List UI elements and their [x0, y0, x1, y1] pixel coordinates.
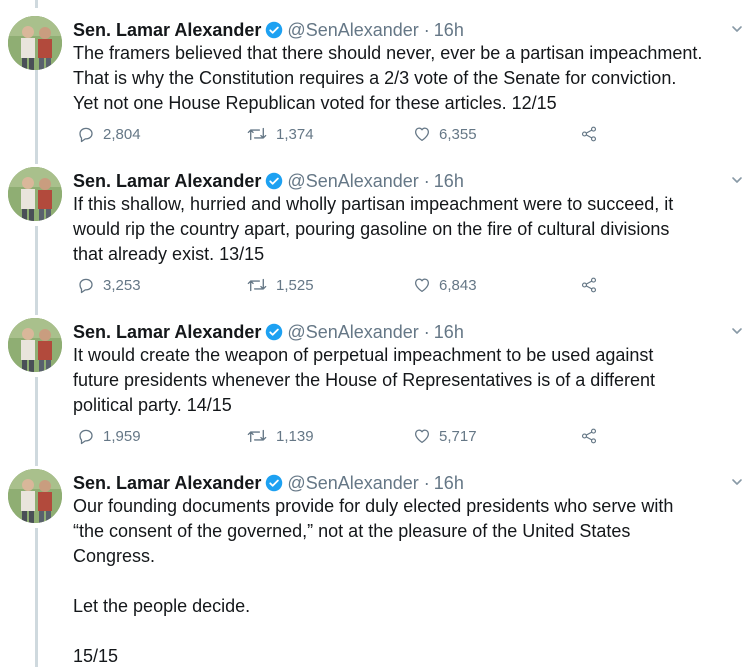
author-handle[interactable]: @SenAlexander	[287, 322, 418, 342]
like-count: 6,355	[439, 125, 477, 143]
reply-count: 1,959	[103, 427, 141, 445]
chevron-down-icon[interactable]	[730, 22, 744, 36]
reply-button[interactable]: 3,253	[77, 274, 141, 296]
retweet-count: 1,139	[276, 427, 314, 445]
avatar[interactable]	[8, 167, 62, 221]
paragraph-break	[73, 619, 733, 644]
reply-count: 3,253	[103, 276, 141, 294]
tweet-header: Sen. Lamar Alexander @SenAlexander · 16h	[73, 472, 464, 494]
reply-count: 2,804	[103, 125, 141, 143]
author-handle[interactable]: @SenAlexander	[287, 20, 418, 40]
author-name[interactable]: Sen. Lamar Alexander	[73, 473, 261, 493]
like-count: 5,717	[439, 427, 477, 445]
tweet-actions: 1,959 1,139 5,717	[73, 425, 633, 447]
tweet-text-line: Yet not one House Republican voted for t…	[73, 93, 557, 113]
retweet-icon	[247, 278, 267, 292]
verified-badge-icon	[266, 323, 283, 341]
tweet-timestamp[interactable]: 16h	[434, 473, 464, 493]
retweet-count: 1,525	[276, 276, 314, 294]
share-button[interactable]	[580, 425, 606, 447]
author-name[interactable]: Sen. Lamar Alexander	[73, 171, 261, 191]
tweet-text: The framers believed that there should n…	[73, 41, 733, 116]
share-icon	[581, 277, 597, 293]
tweet-actions: 3,253 1,525 6,843	[73, 274, 633, 296]
separator-dot: ·	[423, 473, 430, 493]
author-name[interactable]: Sen. Lamar Alexander	[73, 322, 261, 342]
tweet-text-line: The framers believed that there should n…	[73, 43, 703, 63]
avatar[interactable]	[8, 318, 62, 372]
tweet-text: If this shallow, hurried and wholly part…	[73, 192, 733, 267]
tweet-text-line: future presidents whenever the House of …	[73, 370, 656, 390]
share-icon	[581, 428, 597, 444]
tweet[interactable]: Sen. Lamar Alexander @SenAlexander · 16h T…	[0, 16, 752, 156]
tweet-text-line: It would create the weapon of perpetual …	[73, 345, 654, 365]
chevron-down-icon[interactable]	[730, 475, 744, 489]
heart-icon	[414, 429, 430, 444]
share-button[interactable]	[580, 123, 606, 145]
separator-dot: ·	[423, 20, 430, 40]
tweet-text-line: 15/15	[73, 646, 119, 666]
verified-badge-icon	[266, 474, 283, 492]
tweet-actions: 2,804 1,374 6,355	[73, 123, 633, 145]
tweet-text-line: “the consent of the governed,” not at th…	[73, 521, 631, 541]
retweet-icon	[247, 127, 267, 141]
like-button[interactable]: 5,717	[413, 425, 477, 447]
chevron-down-icon[interactable]	[730, 173, 744, 187]
tweet-text-line: would rip the country apart, pouring gas…	[73, 219, 670, 239]
tweet-text-line: That is why the Constitution requires a …	[73, 68, 677, 88]
tweet[interactable]: Sen. Lamar Alexander @SenAlexander · 16h O…	[0, 469, 752, 667]
tweet[interactable]: Sen. Lamar Alexander @SenAlexander · 16h I…	[0, 167, 752, 307]
reply-icon	[79, 429, 93, 445]
reply-icon	[79, 127, 93, 143]
tweet-text-line: political party. 14/15	[73, 395, 232, 415]
avatar[interactable]	[8, 469, 62, 523]
tweet-header: Sen. Lamar Alexander @SenAlexander · 16h	[73, 170, 464, 192]
like-button[interactable]: 6,843	[413, 274, 477, 296]
like-count: 6,843	[439, 276, 477, 294]
separator-dot: ·	[423, 322, 430, 342]
paragraph-break	[73, 569, 733, 594]
verified-badge-icon	[266, 21, 283, 39]
tweet-text-line: Let the people decide.	[73, 596, 251, 616]
share-icon	[581, 126, 597, 142]
author-handle[interactable]: @SenAlexander	[287, 171, 418, 191]
verified-badge-icon	[266, 172, 283, 190]
chevron-down-icon[interactable]	[730, 324, 744, 338]
tweet-thread: Sen. Lamar Alexander @SenAlexander · 16h T…	[0, 0, 752, 667]
tweet-text-line: Our founding documents provide for duly …	[73, 496, 674, 516]
share-button[interactable]	[580, 274, 606, 296]
tweet-timestamp[interactable]: 16h	[434, 322, 464, 342]
tweet-timestamp[interactable]: 16h	[434, 171, 464, 191]
tweet-text-line: that already exist. 13/15	[73, 244, 265, 264]
tweet-text-line: If this shallow, hurried and wholly part…	[73, 194, 674, 214]
reply-button[interactable]: 2,804	[77, 123, 141, 145]
tweet-header: Sen. Lamar Alexander @SenAlexander · 16h	[73, 19, 464, 41]
author-name[interactable]: Sen. Lamar Alexander	[73, 20, 261, 40]
tweet[interactable]: Sen. Lamar Alexander @SenAlexander · 16h I…	[0, 318, 752, 458]
avatar[interactable]	[8, 16, 62, 70]
separator-dot: ·	[423, 171, 430, 191]
like-button[interactable]: 6,355	[413, 123, 477, 145]
retweet-button[interactable]: 1,525	[246, 274, 314, 296]
tweet-timestamp[interactable]: 16h	[434, 20, 464, 40]
heart-icon	[414, 127, 430, 142]
retweet-icon	[247, 429, 267, 443]
reply-button[interactable]: 1,959	[77, 425, 141, 447]
retweet-button[interactable]: 1,374	[246, 123, 314, 145]
retweet-count: 1,374	[276, 125, 314, 143]
tweet-header: Sen. Lamar Alexander @SenAlexander · 16h	[73, 321, 464, 343]
heart-icon	[414, 278, 430, 293]
reply-icon	[79, 278, 93, 294]
thread-connector	[35, 0, 38, 8]
retweet-button[interactable]: 1,139	[246, 425, 314, 447]
author-handle[interactable]: @SenAlexander	[287, 473, 418, 493]
tweet-text-line: Congress.	[73, 546, 156, 566]
tweet-text: Our founding documents provide for duly …	[73, 494, 733, 669]
tweet-text: It would create the weapon of perpetual …	[73, 343, 733, 418]
